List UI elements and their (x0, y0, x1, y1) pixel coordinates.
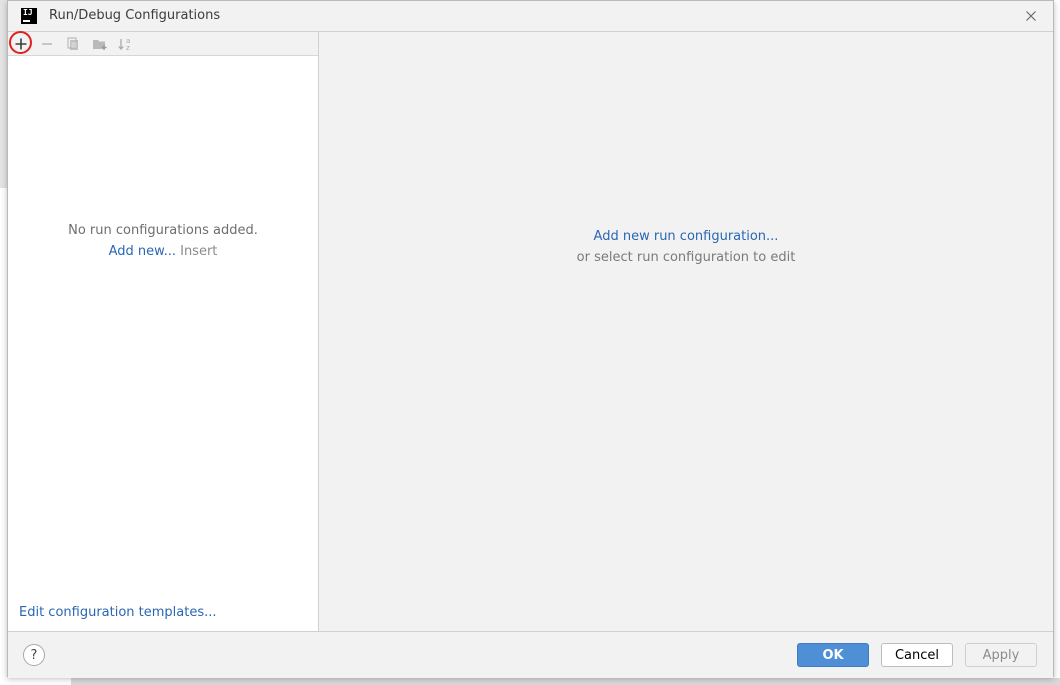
cancel-button[interactable]: Cancel (881, 643, 953, 667)
sort-alphabetically-icon: a z (118, 37, 130, 52)
add-new-row: Add new... Insert (8, 244, 318, 259)
dialog-footer: ? OK Cancel Apply (8, 631, 1053, 678)
run-debug-configurations-dialog: IJ Run/Debug Configurations a z No run c… (7, 0, 1054, 678)
svg-text:z: z (126, 44, 130, 52)
copy-configuration-button[interactable] (63, 34, 83, 54)
insert-shortcut-hint: Insert (180, 244, 218, 259)
close-button[interactable] (1023, 8, 1039, 24)
edit-configuration-templates-link[interactable]: Edit configuration templates... (19, 605, 217, 620)
add-run-configuration-row: Add new run configuration... (319, 229, 1053, 244)
configuration-details-panel: Add new run configuration... or select r… (319, 31, 1053, 631)
help-icon: ? (30, 647, 38, 663)
highlight-circle (9, 31, 32, 54)
help-button[interactable]: ? (23, 644, 45, 666)
copy-icon (67, 37, 78, 50)
ok-button[interactable]: OK (797, 643, 869, 667)
add-new-run-configuration-link[interactable]: Add new run configuration... (594, 229, 779, 244)
remove-configuration-button[interactable] (37, 34, 57, 54)
remove-icon (42, 43, 52, 45)
configurations-toolbar: a z (8, 31, 318, 56)
sort-button[interactable]: a z (115, 34, 135, 54)
new-folder-icon (93, 40, 107, 50)
configurations-tree-panel: a z No run configurations added. Add new… (8, 31, 319, 631)
background-window-edge (0, 0, 7, 188)
add-configuration-button[interactable] (9, 31, 32, 54)
title-bar: IJ Run/Debug Configurations (8, 1, 1053, 31)
apply-button[interactable]: Apply (965, 643, 1037, 667)
close-icon (1026, 11, 1036, 21)
dialog-title: Run/Debug Configurations (49, 8, 221, 23)
intellij-app-icon: IJ (21, 8, 37, 24)
select-configuration-hint: or select run configuration to edit (576, 250, 796, 265)
new-folder-button[interactable] (90, 34, 110, 54)
add-new-link[interactable]: Add new... (109, 244, 176, 259)
background-window-edge-bottom (71, 678, 1060, 685)
empty-configurations-message: No run configurations added. (68, 223, 258, 238)
